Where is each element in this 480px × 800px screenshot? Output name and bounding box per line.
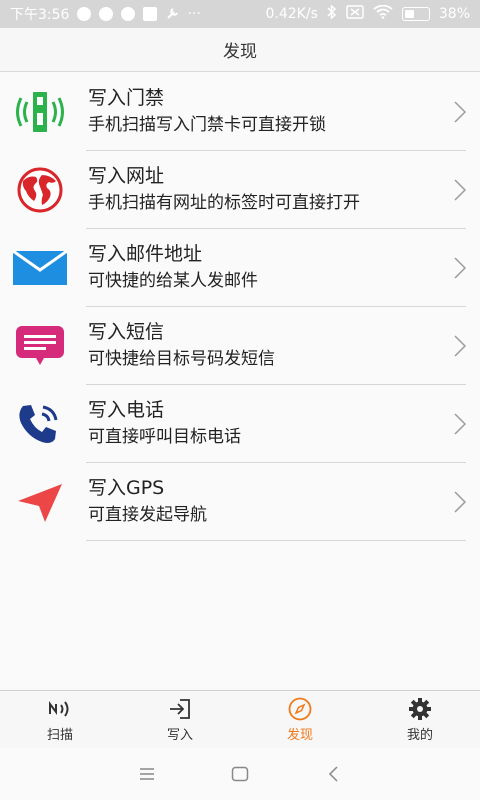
- chevron-right-icon: [454, 257, 466, 279]
- navigation-icon: [12, 477, 68, 527]
- bluetooth-icon: [327, 4, 337, 24]
- list-item-url[interactable]: 写入网址 手机扫描有网址的标签时可直接打开: [0, 151, 480, 229]
- wifi-icon: [373, 4, 393, 23]
- home-icon: [231, 766, 249, 782]
- trash-notification-icon: [143, 7, 158, 21]
- back-icon: [329, 766, 338, 782]
- app-notification-icon: [121, 7, 136, 21]
- tab-mine[interactable]: 我的: [360, 691, 480, 748]
- item-subtitle: 可直接发起导航: [88, 505, 207, 525]
- item-subtitle: 手机扫描有网址的标签时可直接打开: [88, 193, 360, 213]
- write-icon: [168, 697, 192, 721]
- list-item-email[interactable]: 写入邮件地址 可快捷的给某人发邮件: [0, 229, 480, 307]
- battery-icon: [401, 7, 430, 21]
- phone-icon: [12, 399, 68, 449]
- list-item-phone[interactable]: 写入电话 可直接呼叫目标电话: [0, 385, 480, 463]
- bottom-tab-bar: 扫描 写入 发现 我的: [0, 690, 480, 748]
- item-title: 写入邮件地址: [88, 243, 203, 265]
- tab-discover[interactable]: 发现: [240, 691, 360, 748]
- chevron-right-icon: [454, 491, 466, 513]
- nfc-icon: [48, 697, 72, 721]
- compass-icon: [288, 697, 312, 721]
- item-title: 写入网址: [88, 165, 165, 187]
- list-item-access-card[interactable]: 写入门禁 手机扫描写入门禁卡可直接开锁: [0, 73, 480, 151]
- chevron-right-icon: [454, 101, 466, 123]
- wrench-notification-icon: [165, 7, 179, 21]
- mail-icon: [12, 243, 68, 293]
- tab-scan[interactable]: 扫描: [0, 691, 120, 748]
- tab-label: 发现: [286, 727, 313, 743]
- status-time: 下午3:56: [10, 7, 70, 23]
- item-title: 写入门禁: [88, 87, 165, 109]
- tab-write[interactable]: 写入: [120, 691, 240, 748]
- list-item-gps[interactable]: 写入GPS 可直接发起导航: [0, 463, 480, 541]
- feature-list: 写入门禁 手机扫描写入门禁卡可直接开锁 写入网址 手机扫描有网址的标签时可直接打…: [0, 73, 480, 541]
- chevron-right-icon: [454, 413, 466, 435]
- gear-icon: [408, 697, 432, 721]
- more-notifications: ···: [187, 6, 201, 22]
- battery-level: 38%: [438, 6, 470, 22]
- chat-notification-icon: [77, 7, 92, 21]
- item-title: 写入短信: [88, 321, 165, 343]
- page-title: 发现: [223, 42, 257, 62]
- item-subtitle: 可快捷的给某人发邮件: [88, 271, 258, 291]
- sim-icon: [346, 5, 364, 23]
- sms-icon: [12, 321, 68, 371]
- item-subtitle: 手机扫描写入门禁卡可直接开锁: [88, 115, 326, 135]
- item-title: 写入电话: [88, 399, 165, 421]
- system-nav-bar: [0, 748, 480, 800]
- home-button[interactable]: [225, 759, 255, 789]
- item-subtitle: 可快捷给目标号码发短信: [88, 349, 275, 369]
- cloud-notification-icon: [99, 7, 114, 21]
- network-speed: 0.42K/s: [265, 6, 318, 22]
- access-card-icon: [12, 87, 68, 137]
- status-bar: 下午3:56 ··· 0.42K/s 38%: [0, 0, 480, 28]
- tab-label: 写入: [166, 727, 193, 743]
- tab-label: 我的: [406, 727, 433, 743]
- list-item-sms[interactable]: 写入短信 可快捷给目标号码发短信: [0, 307, 480, 385]
- chevron-right-icon: [454, 335, 466, 357]
- item-subtitle: 可直接呼叫目标电话: [88, 427, 241, 447]
- menu-button[interactable]: [132, 759, 162, 789]
- divider: [86, 540, 466, 541]
- globe-icon: [12, 165, 68, 215]
- chevron-right-icon: [454, 179, 466, 201]
- item-title: 写入GPS: [88, 477, 165, 499]
- back-button[interactable]: [318, 759, 348, 789]
- tab-label: 扫描: [46, 727, 73, 743]
- menu-icon: [139, 768, 154, 780]
- title-bar: 发现: [0, 28, 480, 72]
